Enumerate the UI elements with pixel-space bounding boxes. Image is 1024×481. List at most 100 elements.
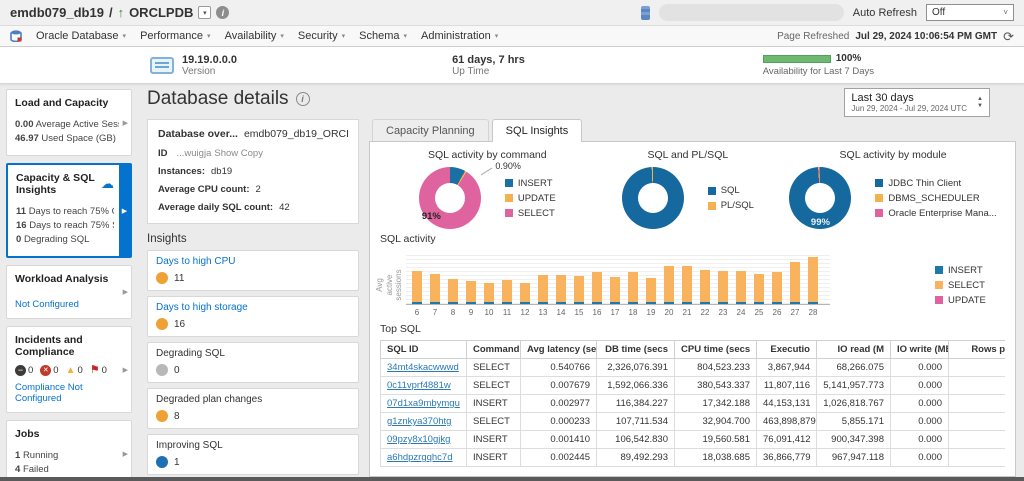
target-info-icon[interactable]: i (216, 6, 229, 19)
x-axis-ticks: 6789101112131415161718192021222324252627… (406, 305, 830, 317)
insight-card-degrading-sql[interactable]: Degrading SQL 0 (147, 342, 359, 383)
column-header[interactable]: IO write (MB (891, 341, 949, 359)
legend-item: DBMS_SCHEDULER (875, 193, 996, 204)
bar-plot (406, 253, 830, 305)
main-header: Database details i Last 30 days Jun 29, … (147, 88, 1016, 117)
version-value: 19.19.0.0.0 (182, 54, 237, 66)
insight-card-improving-sql[interactable]: Improving SQL 1 (147, 434, 359, 475)
date-range-select[interactable]: Last 30 days Jun 29, 2024 - Jul 29, 2024… (844, 88, 990, 117)
legend-item: UPDATE (935, 295, 986, 306)
auto-refresh-label: Auto Refresh (853, 7, 917, 19)
warning-icon: ▲ (66, 366, 76, 376)
breadcrumb-separator: / (109, 5, 113, 20)
menu-availability[interactable]: Availability▾ (225, 30, 284, 42)
legend-label: INSERT (948, 265, 983, 276)
cell: 34mt4skacwwwd (381, 359, 467, 377)
menu-schema[interactable]: Schema▾ (359, 30, 407, 42)
battery-icon (641, 6, 650, 20)
auto-refresh-select[interactable]: Off ˅ (926, 4, 1014, 21)
column-header[interactable]: Rows per e (949, 341, 1006, 359)
sidebar-card-capacity-sql-insights[interactable]: Capacity & SQL Insights☁ 11 Days to reac… (6, 163, 132, 258)
sidebar-card-jobs[interactable]: Jobs 1 Running 4 Failed ▶ (6, 420, 132, 477)
cell: 32,904.700 (675, 413, 757, 431)
availability-label: Availability for Last 7 Days (763, 66, 874, 77)
legend-label: INSERT (518, 178, 553, 189)
table-row: g1znkya370htgSELECT0.000233107,711.53432… (381, 413, 1006, 431)
bar (538, 275, 548, 304)
menu-administration[interactable]: Administration▾ (421, 30, 498, 42)
bar (574, 276, 584, 304)
cell (949, 359, 1006, 377)
cell: 07d1xa9mbymgu (381, 395, 467, 413)
cell: 0.000233 (521, 413, 597, 431)
cell: 380,543.337 (675, 377, 757, 395)
status-dot (156, 364, 168, 376)
cell: 116,384.227 (597, 395, 675, 413)
chevron-right-icon: ▶ (123, 450, 128, 458)
search-pill[interactable] (659, 4, 844, 21)
workload-not-configured-link[interactable]: Not Configured (15, 299, 119, 310)
cell (949, 413, 1006, 431)
sql-id-link[interactable]: g1znkya370htg (387, 416, 451, 427)
column-header[interactable]: CPU time (secs (675, 341, 757, 359)
target-dropdown-icon[interactable]: ▾ (198, 6, 211, 19)
callout-line (481, 168, 493, 176)
legend-label: SQL (721, 185, 740, 196)
summary-strip: 19.19.0.0.0 Version 61 days, 7 hrs Up Ti… (0, 47, 1024, 84)
show-copy-link[interactable]: Show Copy (214, 148, 263, 159)
sidebar-card-incidents-compliance[interactable]: Incidents and Compliance −0 ✕0 ▲0 ⚑0 Com… (6, 326, 132, 413)
legend-item: SELECT (505, 208, 556, 219)
availability-pct: 100% (836, 53, 862, 64)
window-bottom-edge (0, 477, 1024, 481)
legend-sql-plsql: SQLPL/SQL (708, 185, 754, 211)
chevron-down-icon: ▾ (342, 32, 346, 40)
info-icon[interactable]: i (296, 92, 310, 106)
database-icon (10, 30, 22, 42)
compliance-not-configured-link[interactable]: Compliance Not Configured (15, 382, 119, 404)
tab-sql-insights[interactable]: SQL Insights (492, 119, 583, 142)
column-header[interactable]: SQL ID (381, 341, 467, 359)
cell: INSERT (467, 431, 521, 449)
status-dot (156, 410, 168, 422)
status-dot (156, 456, 168, 468)
bar (412, 271, 422, 304)
refresh-icon[interactable]: ⟳ (1003, 30, 1014, 43)
sidebar-card-load-capacity[interactable]: Load and Capacity 0.00 Average Active Se… (6, 89, 132, 156)
tab-capacity-planning[interactable]: Capacity Planning (372, 119, 489, 141)
legend-sql-activity: INSERTSELECTUPDATE (935, 265, 986, 306)
column-header[interactable]: Command (467, 341, 521, 359)
sql-id-link[interactable]: 09pzy8x10gjkg (387, 434, 450, 445)
column-header[interactable]: Executio (757, 341, 817, 359)
sidebar-card-workload-analysis[interactable]: Workload Analysis Not Configured ▶ (6, 265, 132, 319)
sql-id-link[interactable]: 07d1xa9mbymgu (387, 398, 460, 409)
overview-title: Database over... (158, 128, 238, 140)
menu-oracle-database[interactable]: Oracle Database▾ (36, 30, 126, 42)
cell: 106,542.830 (597, 431, 675, 449)
legend-label: DBMS_SCHEDULER (888, 193, 979, 204)
sql-id-link[interactable]: 0c11vprf4881w (387, 380, 451, 391)
column-header[interactable]: IO read (M (817, 341, 891, 359)
chevron-right-icon: ▶ (123, 119, 128, 127)
cell: g1znkya370htg (381, 413, 467, 431)
sql-id-link[interactable]: 34mt4skacwwwd (387, 362, 459, 373)
x-tick-label: 24 (736, 308, 746, 317)
cell: 44,153,131 (757, 395, 817, 413)
sql-id-link[interactable]: a6hdpzrgqhc7d (387, 452, 453, 463)
insight-card-days-to-high-cpu[interactable]: Days to high CPU 11 (147, 250, 359, 291)
x-tick-label: 6 (412, 308, 422, 317)
menu-performance[interactable]: Performance▾ (140, 30, 211, 42)
sidebar: Load and Capacity 0.00 Average Active Se… (0, 84, 137, 477)
x-tick-label: 13 (538, 308, 548, 317)
column-header[interactable]: DB time (secs (597, 341, 675, 359)
insight-card-days-to-high-storage[interactable]: Days to high storage 16 (147, 296, 359, 337)
menu-security[interactable]: Security▾ (298, 30, 345, 42)
x-tick-label: 22 (700, 308, 710, 317)
insight-card-degraded-plan-changes[interactable]: Degraded plan changes 8 (147, 388, 359, 429)
x-tick-label: 26 (772, 308, 782, 317)
bar (520, 283, 530, 304)
legend-item: JDBC Thin Client (875, 178, 996, 189)
card-title: Jobs (15, 428, 119, 440)
column-header[interactable]: Avg latency (secs (521, 341, 597, 359)
cell: 0.002445 (521, 449, 597, 467)
chevron-down-icon: ˅ (1003, 8, 1008, 17)
